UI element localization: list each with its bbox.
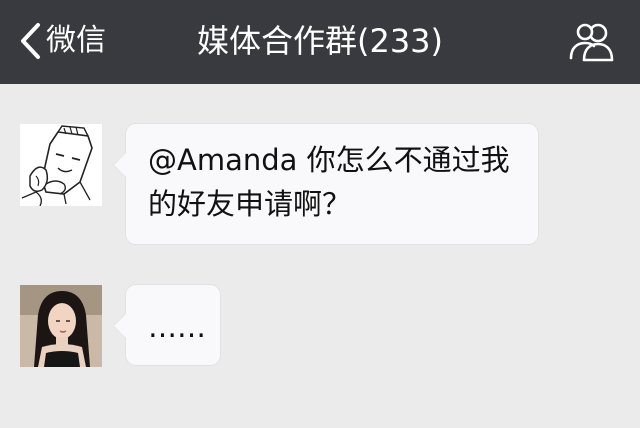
cartoon-sketch-avatar — [20, 124, 102, 206]
group-info-button[interactable] — [568, 20, 616, 64]
avatar[interactable] — [20, 285, 102, 367]
avatar[interactable] — [20, 124, 102, 206]
chat-title: 媒体合作群(233) — [196, 22, 444, 60]
navigation-bar: 微信 媒体合作群(233) — [0, 0, 640, 84]
message-bubble[interactable]: @Amanda 你怎么不通过我的好友申请啊？ — [113, 124, 538, 244]
message-bubble[interactable]: …… — [113, 285, 220, 365]
group-members-icon — [569, 23, 614, 62]
woman-photo-avatar — [20, 285, 102, 367]
